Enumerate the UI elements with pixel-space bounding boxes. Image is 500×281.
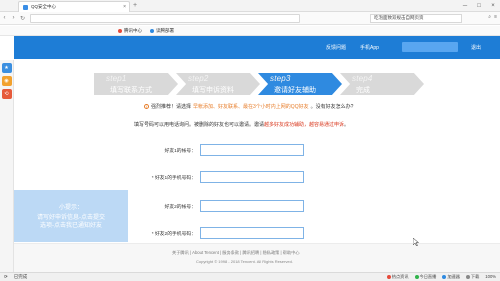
desc-highlight: 越多好友成功辅助，越容易通过申诉 [264, 122, 345, 128]
friend2-account-input[interactable] [200, 200, 304, 212]
hint-line: 选项-点击我已通知好友 [40, 223, 102, 229]
mobile-app-link[interactable]: 手机App [360, 44, 379, 51]
sidebar-game-icon[interactable]: ◉ [1, 76, 12, 86]
user-account-redacted [402, 42, 458, 52]
logout-link[interactable]: 退出 [471, 44, 481, 51]
bookmark-label: 腾讯中心 [124, 27, 142, 33]
search-input[interactable]: 吃泡面致双规击自网页资 [370, 13, 462, 23]
status-live[interactable]: 今日直播 [414, 274, 437, 280]
hint-line: 请写好申诉信息-点击提交 [37, 215, 105, 221]
browser-titlebar: QQ安全中心 × + ─ □ × [0, 0, 500, 12]
zoom-level[interactable]: 100% [485, 274, 496, 280]
step-label: 填写申诉资料 [192, 87, 234, 94]
address-toolbar: ‹ › ↻ 吃泡面致双规击自网页资 [0, 12, 500, 25]
step-3: step3 邀请好友辅助 [258, 73, 342, 95]
desc-prefix: 填写号码可以用电话询问。被删除的好友也可以邀请。邀请 [134, 122, 265, 128]
hint-body: 请写好申诉信息-点击提交 选项-点击我已通知好友 [14, 214, 128, 230]
status-refresh-icon[interactable]: ⟳ [4, 274, 8, 280]
step-name: step4 [352, 74, 373, 83]
friend2-phone-row: * 好友2的手机号码： [134, 226, 344, 240]
tip-prefix: 强烈推荐！请选择 [151, 104, 192, 110]
browser-statusbar: ⟳ 已完成 热点资讯 今日直播 加速器 下载 100% [0, 272, 500, 281]
progress-steps: step1 填写联系方式 step2 填写申诉资料 step3 邀请好友辅助 s… [94, 73, 430, 95]
friend2-phone-input[interactable] [200, 227, 304, 239]
refresh-icon[interactable]: ↻ [18, 15, 27, 22]
bookmark-item[interactable]: 腾讯中心 [118, 28, 142, 34]
friend1-account-input[interactable] [200, 144, 304, 156]
site-favicon-icon [23, 4, 28, 10]
bookmarks-bar: 腾讯中心 读腾部署 [0, 26, 500, 36]
search-icon[interactable]: ⌕ [488, 14, 491, 20]
forward-icon[interactable]: › [9, 15, 18, 21]
status-text: 已完成 [13, 274, 28, 279]
step-name: step1 [106, 74, 127, 83]
window-controls: ─ □ × [458, 0, 500, 12]
bookmark-item[interactable]: 读腾部署 [150, 28, 174, 34]
maximize-button[interactable]: □ [472, 0, 486, 12]
accelerator-icon [442, 274, 447, 279]
live-icon [414, 274, 419, 279]
status-download-label: 下载 [470, 274, 480, 279]
step-label: 邀请好友辅助 [274, 87, 316, 94]
search-input-text: 吃泡面致双规击自网页资 [374, 15, 424, 20]
step-2: step2 填写申诉资料 [176, 73, 260, 95]
friend2-account-row: 好友2的帐号： [134, 199, 344, 213]
recommendation-tip: i 强烈推荐！请选择 早帐添加、好友联系、最在3个小时内上网的QQ好友 。没有好… [144, 103, 353, 110]
step-name: step2 [188, 74, 209, 83]
step-1: step1 填写联系方式 [94, 73, 178, 95]
step-name: step3 [270, 74, 291, 83]
status-news-label: 热点资讯 [391, 274, 409, 279]
browser-tab[interactable]: QQ安全中心 × [18, 1, 130, 12]
status-accelerator[interactable]: 加速器 [442, 274, 460, 280]
friend1-phone-input[interactable] [200, 171, 304, 183]
address-input[interactable] [30, 13, 300, 23]
new-tab-button[interactable]: + [133, 2, 137, 9]
invite-description: 填写号码可以用电话询问。被删除的好友也可以邀请。邀请越多好友成功辅助，越容易通过… [134, 121, 349, 128]
friend1-phone-row: * 好友1的手机号码： [134, 170, 344, 184]
minimize-button[interactable]: ─ [458, 0, 472, 12]
bookmark-icon [150, 28, 154, 33]
mouse-cursor-icon [413, 238, 419, 246]
step-label: 填写联系方式 [110, 87, 152, 94]
feedback-link[interactable]: 反馈问题 [326, 44, 346, 51]
status-download[interactable]: 下载 [465, 274, 480, 280]
form-label: 好友2的帐号： [164, 204, 196, 210]
sidebar-refresh-icon[interactable]: ⟲ [1, 89, 12, 99]
status-live-label: 今日直播 [419, 274, 437, 279]
browser-sidebar: ★ ◉ ⟲ [0, 60, 14, 272]
bookmark-icon [118, 28, 122, 33]
hint-overlay-panel: 小提示： 请写好申诉信息-点击提交 选项-点击我已通知好友 [14, 190, 128, 242]
toolbar-icons: ⌕ ≡ [488, 14, 497, 20]
hint-title: 小提示： [58, 205, 83, 211]
status-news[interactable]: 热点资讯 [386, 274, 409, 280]
form-label: * 好友1的手机号码： [151, 175, 196, 181]
download-icon [465, 274, 470, 279]
close-window-button[interactable]: × [486, 0, 500, 12]
info-icon: i [144, 104, 149, 109]
footer-copyright: Copyright © 1998 - 2018 Tencent. All Rig… [196, 259, 293, 264]
form-label: * 好友2的手机号码： [151, 231, 196, 237]
news-icon [386, 274, 391, 279]
tab-title: QQ安全中心 [31, 4, 57, 9]
tip-suffix[interactable]: 。没有好友怎么办? [311, 103, 354, 110]
tab-close-icon[interactable]: × [123, 4, 126, 10]
step-label: 完成 [356, 87, 370, 94]
step-4: step4 完成 [340, 73, 424, 95]
sidebar-star-icon[interactable]: ★ [1, 63, 12, 73]
tip-highlight: 早帐添加、好友联系、最在3个小时内上网的QQ好友 [193, 104, 309, 110]
desc-suffix: 。 [344, 122, 350, 128]
back-icon[interactable]: ‹ [0, 15, 9, 21]
footer-links[interactable]: 关于腾讯 | About Tencent | 服务条款 | 腾讯招聘 | 隐私政… [172, 250, 300, 256]
menu-icon[interactable]: ≡ [494, 14, 497, 20]
bookmark-label: 读腾部署 [156, 27, 174, 33]
site-header: 反馈问题 手机App 退出 [14, 36, 500, 59]
form-label: 好友1的帐号： [164, 148, 196, 154]
friend1-account-row: 好友1的帐号： [134, 143, 344, 157]
status-accelerator-label: 加速器 [447, 274, 460, 279]
site-footer: 关于腾讯 | About Tencent | 服务条款 | 腾讯招聘 | 隐私政… [14, 243, 500, 272]
